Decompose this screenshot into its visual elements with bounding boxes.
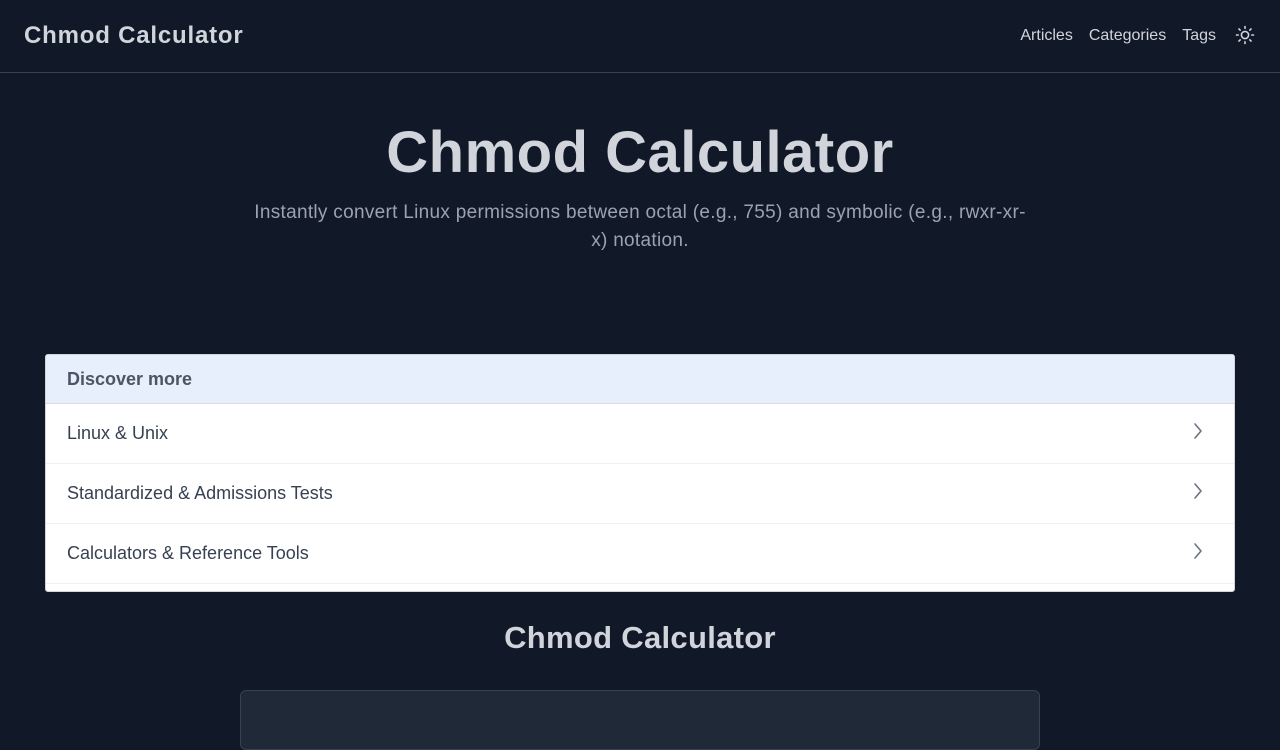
site-brand-link[interactable]: Chmod Calculator <box>24 22 243 50</box>
page-title: Chmod Calculator <box>386 120 894 185</box>
main-nav: Articles Categories Tags <box>1020 25 1256 47</box>
discover-item-admissions-tests[interactable]: Standardized & Admissions Tests <box>46 464 1234 524</box>
discover-more-heading: Discover more <box>46 355 1234 404</box>
discover-item-label: Calculators & Reference Tools <box>67 543 309 563</box>
discover-item-linux-unix[interactable]: Linux & Unix <box>46 404 1234 464</box>
nav-categories-link[interactable]: Categories <box>1089 27 1166 45</box>
discover-item-label: Linux & Unix <box>67 423 169 443</box>
chevron-right-icon <box>1192 542 1204 565</box>
top-navbar: Chmod Calculator Articles Categories Tag… <box>0 0 1280 73</box>
sun-icon <box>1235 25 1255 48</box>
chevron-right-icon <box>1192 422 1204 445</box>
nav-articles-link[interactable]: Articles <box>1020 27 1072 45</box>
calculator-card <box>240 690 1040 750</box>
discover-item-reference-tools[interactable]: Calculators & Reference Tools <box>46 524 1234 584</box>
calculator-section-title: Chmod Calculator <box>504 620 776 655</box>
discover-more-panel: Discover more Linux & Unix Standardized … <box>45 354 1235 592</box>
hero-section: Chmod Calculator Instantly convert Linux… <box>0 73 1280 255</box>
nav-tags-link[interactable]: Tags <box>1182 27 1216 45</box>
discover-item-label: Standardized & Admissions Tests <box>67 483 333 503</box>
theme-toggle-button[interactable] <box>1234 25 1256 47</box>
chevron-right-icon <box>1192 482 1204 505</box>
page-subtitle: Instantly convert Linux permissions betw… <box>254 202 1026 251</box>
